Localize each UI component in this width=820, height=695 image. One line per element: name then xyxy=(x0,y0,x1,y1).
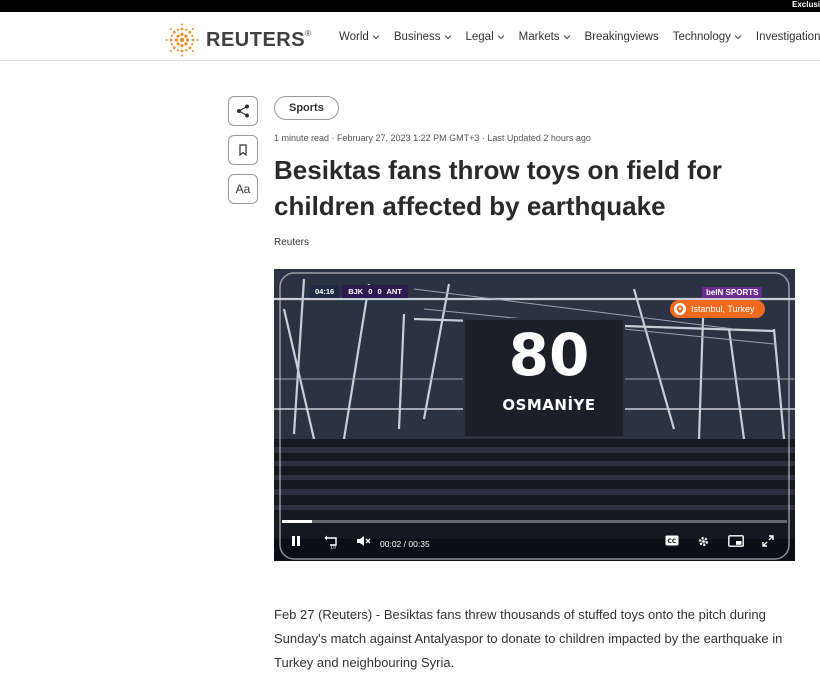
chevron-down-icon xyxy=(563,35,570,40)
main-nav: World Business Legal Markets Breakingvie… xyxy=(339,31,820,43)
nav-item-world[interactable]: World xyxy=(339,31,380,43)
current-time: 00:02 xyxy=(380,539,402,549)
nav-item-investigation[interactable]: Investigation xyxy=(756,31,820,43)
chevron-down-icon xyxy=(734,35,742,40)
fullscreen-button[interactable] xyxy=(762,535,774,547)
match-clock: 04:16 xyxy=(310,285,340,298)
share-icon xyxy=(237,104,249,118)
article-headline: Besiktas fans throw toys on field for ch… xyxy=(274,155,722,221)
video-controls: 10 00:02 / 00:35 CC xyxy=(274,531,795,555)
picture-in-picture-button[interactable] xyxy=(728,535,744,547)
nav-item-technology[interactable]: Technology xyxy=(673,31,742,43)
reuters-logo-icon xyxy=(165,23,199,57)
video-progress-bar[interactable] xyxy=(282,520,787,523)
reuters-logo[interactable]: REUTERS® xyxy=(164,22,311,58)
article-tools: Aa xyxy=(228,96,258,213)
top-bar: Exclusi xyxy=(0,0,820,12)
bookmark-icon xyxy=(239,144,247,157)
article-meta: 1 minute read · February 27, 2023 1:22 P… xyxy=(274,133,591,143)
chevron-down-icon xyxy=(444,35,451,40)
share-button[interactable] xyxy=(228,96,258,126)
pause-button[interactable] xyxy=(290,535,302,547)
site-header: REUTERS® World Business Legal Markets Br… xyxy=(0,12,820,61)
captions-label: CC xyxy=(668,538,677,545)
reuters-logo-text: REUTERS® xyxy=(206,28,312,51)
bookmark-button[interactable] xyxy=(228,135,258,165)
captions-icon: CC xyxy=(665,535,679,546)
nav-item-legal[interactable]: Legal xyxy=(466,31,505,43)
svg-text:10: 10 xyxy=(330,545,336,550)
rewind-10-button[interactable]: 10 xyxy=(324,535,340,549)
channel-logo: beIN SPORTS xyxy=(702,287,763,298)
location-pin-icon xyxy=(674,303,686,315)
video-time: 00:02 / 00:35 xyxy=(380,539,430,549)
match-score: BJK 0 0 ANT xyxy=(342,285,408,298)
gear-icon xyxy=(699,537,708,546)
screen-text: OSMANİYE xyxy=(502,396,596,414)
settings-button[interactable] xyxy=(697,535,710,548)
article-byline[interactable]: Reuters xyxy=(274,237,309,248)
chevron-down-icon xyxy=(497,35,504,40)
duration: 00:35 xyxy=(408,539,430,549)
captions-button[interactable]: CC xyxy=(665,535,679,546)
chevron-down-icon xyxy=(372,35,380,40)
section-tag[interactable]: Sports xyxy=(274,96,339,120)
location-badge: Istanbul, Turkey xyxy=(670,300,765,318)
time-separator: / xyxy=(403,539,407,549)
video-progress-fill xyxy=(282,520,313,523)
mute-button[interactable] xyxy=(356,535,372,547)
match-scoreboard: 04:16 BJK 0 0 ANT xyxy=(310,285,408,298)
nav-item-business[interactable]: Business xyxy=(394,31,452,43)
exclusive-label[interactable]: Exclusi xyxy=(792,0,820,9)
nav-item-markets[interactable]: Markets xyxy=(519,31,571,43)
text-size-button[interactable]: Aa xyxy=(228,174,258,204)
location-label: Istanbul, Turkey xyxy=(691,304,755,314)
article-body: Feb 27 (Reuters) - Besiktas fans threw t… xyxy=(274,607,783,670)
rewind-10-icon: 10 xyxy=(324,535,337,550)
fullscreen-icon xyxy=(762,535,774,547)
video-player[interactable]: 04:16 BJK 0 0 ANT beIN SPORTS Istanbul, … xyxy=(274,269,795,561)
pause-icon xyxy=(292,536,300,546)
nav-item-breakingviews[interactable]: Breakingviews xyxy=(585,31,659,43)
volume-muted-icon xyxy=(357,536,371,546)
picture-in-picture-icon xyxy=(728,535,744,547)
screen-number: 80 xyxy=(508,321,590,389)
